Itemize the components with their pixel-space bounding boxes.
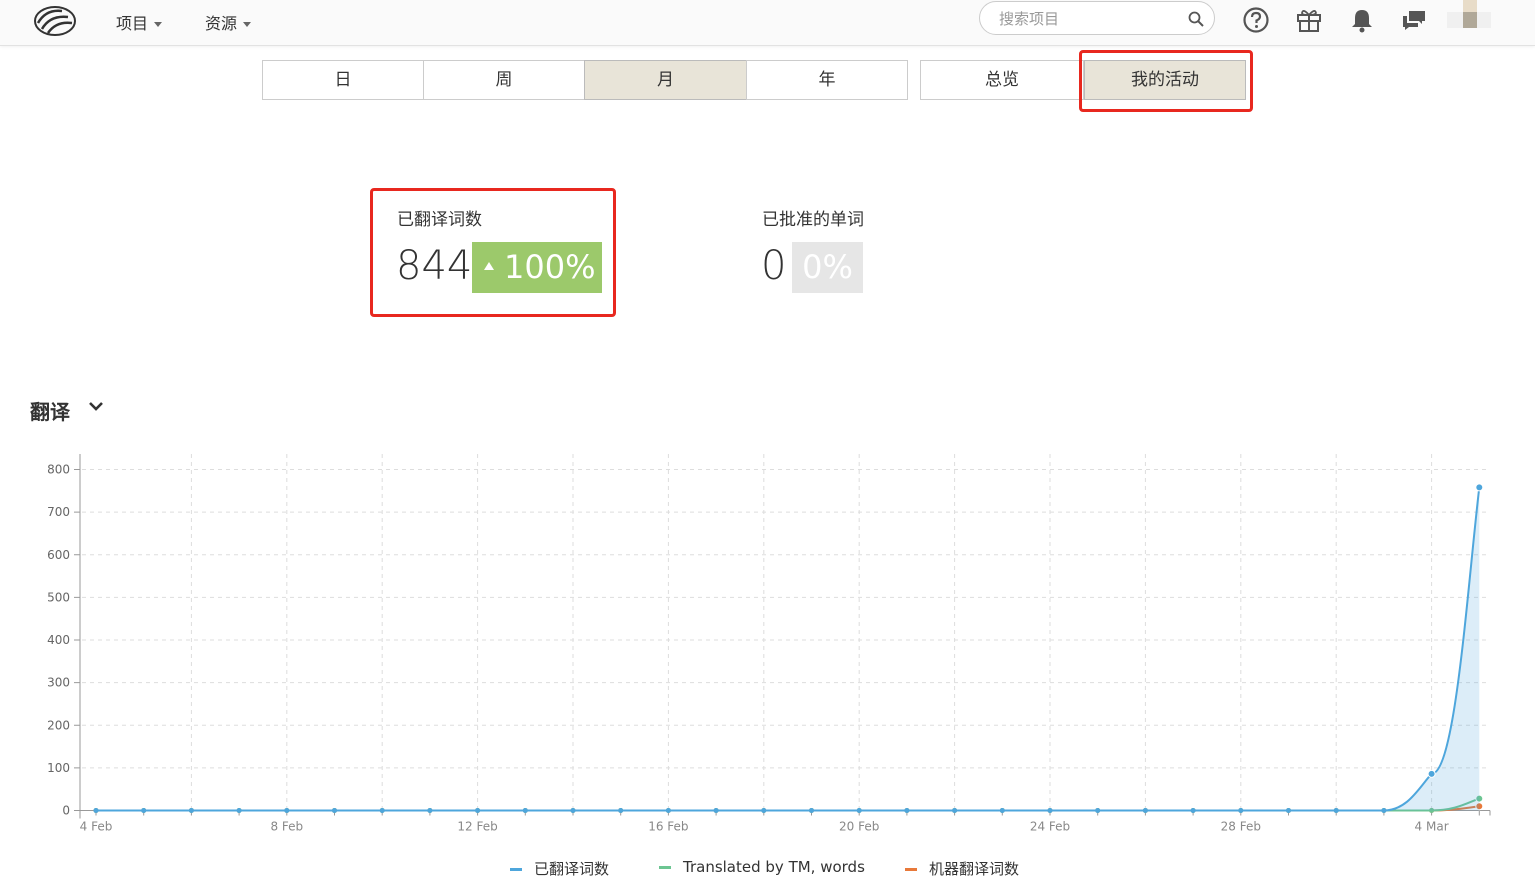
legend-swatch (905, 868, 917, 871)
approved-words-label: 已批准的单词 (762, 210, 864, 230)
bell-icon[interactable] (1348, 6, 1376, 34)
help-icon[interactable] (1242, 6, 1270, 34)
y-tick-label: 100 (47, 761, 70, 775)
data-point (1142, 808, 1148, 813)
search-icon[interactable] (1188, 11, 1204, 27)
y-tick-label: 500 (47, 590, 70, 604)
data-point (618, 808, 624, 813)
resources-menu-label: 资源 (205, 14, 238, 33)
data-point (1095, 808, 1101, 813)
y-tick-label: 400 (47, 633, 70, 647)
data-point (665, 808, 671, 813)
translation-chart: 0 100 200 300 400 500 600 700 800 4 Feb 8 Feb 12 Fe… (47, 454, 1491, 834)
data-point (379, 808, 385, 813)
legend-label: 已翻译词数 (534, 860, 610, 878)
avatar[interactable] (1447, 0, 1491, 30)
data-point (427, 808, 433, 813)
series-line (96, 487, 1481, 812)
y-tick-label: 300 (47, 676, 70, 690)
approved-words-value: 0 (761, 243, 787, 289)
x-tick-label: 4 Feb (80, 820, 113, 834)
data-point (236, 808, 242, 813)
y-tick-label: 200 (47, 718, 70, 732)
x-tick-label: 24 Feb (1030, 820, 1070, 834)
data-point (809, 808, 814, 813)
legend-label: 机器翻译词数 (929, 860, 1020, 878)
approved-change-value: 0% (802, 248, 853, 286)
tab-month[interactable]: 月 (584, 60, 747, 100)
data-point (284, 808, 290, 813)
x-tick-label: 16 Feb (648, 820, 688, 834)
legend-item-tm[interactable]: Translated by TM, words (659, 858, 865, 876)
data-point (188, 808, 194, 813)
search-input[interactable] (997, 8, 1181, 30)
logo-icon[interactable] (32, 3, 78, 39)
legend-item-translated[interactable]: 已翻译词数 (510, 858, 609, 879)
data-point (522, 808, 528, 813)
top-navbar: 项目 资源 (0, 0, 1535, 46)
x-tick-label: 8 Feb (270, 820, 303, 834)
data-point (1381, 808, 1387, 813)
caret-down-icon (154, 22, 163, 27)
data-point (1475, 483, 1484, 492)
data-point (141, 808, 147, 813)
x-tick-label: 4 Mar (1415, 820, 1449, 834)
data-point (93, 808, 99, 813)
legend-label: Translated by TM, words (683, 858, 865, 876)
data-point (1333, 808, 1339, 813)
projects-menu[interactable]: 项目 (116, 10, 163, 34)
data-point (1427, 769, 1436, 778)
chevron-down-icon[interactable] (88, 398, 104, 414)
tab-week[interactable]: 周 (423, 60, 585, 100)
resources-menu[interactable]: 资源 (205, 10, 252, 34)
data-point (1286, 808, 1291, 813)
search-box (979, 1, 1215, 35)
data-point (761, 808, 767, 813)
caret-down-icon (243, 22, 252, 27)
data-point (1190, 808, 1196, 813)
x-tick-label: 12 Feb (457, 820, 497, 834)
legend-swatch (510, 868, 522, 871)
highlight-box (1079, 50, 1253, 112)
y-tick-label: 700 (47, 505, 70, 519)
data-point (332, 808, 337, 813)
data-point (713, 808, 719, 813)
y-tick-label: 0 (62, 804, 70, 818)
data-point (570, 808, 576, 813)
section-title: 翻译 (30, 400, 70, 424)
y-tick-label: 600 (47, 548, 70, 562)
projects-menu-label: 项目 (116, 14, 149, 33)
chat-icon[interactable] (1400, 6, 1428, 34)
data-point (952, 808, 958, 813)
tab-day[interactable]: 日 (262, 60, 424, 100)
data-point (904, 808, 910, 813)
legend-swatch (659, 866, 671, 869)
y-tick-label: 800 (47, 463, 70, 477)
series-area (96, 487, 1480, 811)
approved-change-badge: 0% (792, 242, 863, 293)
x-tick-label: 28 Feb (1221, 820, 1261, 834)
data-point (475, 808, 481, 813)
gift-icon[interactable] (1295, 6, 1323, 34)
tab-year[interactable]: 年 (746, 60, 908, 100)
data-point (1238, 808, 1244, 813)
highlight-box (370, 188, 616, 317)
data-point (1047, 808, 1053, 813)
data-point (856, 808, 862, 813)
data-point (999, 808, 1005, 813)
legend-item-mt[interactable]: 机器翻译词数 (905, 858, 1019, 879)
tab-overview[interactable]: 总览 (920, 60, 1084, 100)
series-line (96, 797, 1480, 812)
x-tick-label: 20 Feb (839, 820, 879, 834)
